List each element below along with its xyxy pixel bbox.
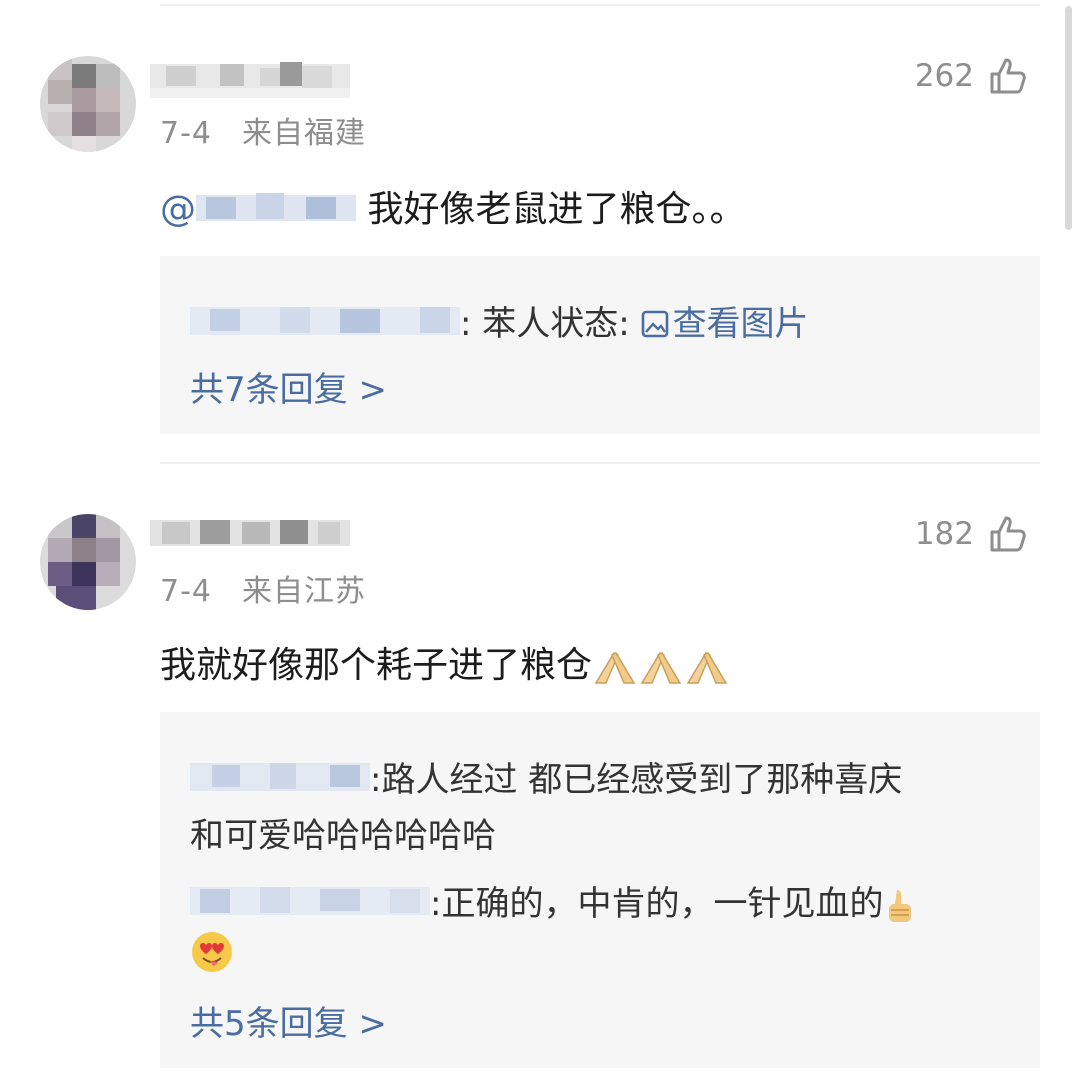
comment-location: 来自江苏	[242, 574, 366, 609]
comment-meta: 7-4 来自江苏	[160, 566, 366, 610]
reply-author-blurred	[190, 299, 460, 348]
mention-link[interactable]: @	[160, 189, 356, 230]
username-blurred[interactable]	[150, 58, 350, 102]
username-blurred[interactable]	[150, 514, 350, 558]
comment-date: 7-4	[160, 574, 212, 609]
comment-body: 我好像老鼠进了粮仓。。	[367, 189, 746, 230]
thumbs-up-outline-icon	[990, 58, 1026, 94]
view-image-link[interactable]: 查看图片	[641, 304, 809, 344]
like-button[interactable]: 182	[915, 514, 1028, 554]
reply-preview-box[interactable]: : 苯人状态: 查看图片 共7条回复 >	[160, 256, 1040, 434]
like-count: 182	[914, 516, 974, 552]
comment-date: 7-4	[160, 116, 212, 151]
reply-preview-box[interactable]: :路人经过 都已经感受到了那种喜庆 和可爱哈哈哈哈哈哈 :正确的，中肯的，一针见…	[160, 712, 1040, 1068]
heart-eyes-tongue-emoji-icon	[192, 932, 232, 972]
reply-emoji-line	[190, 930, 234, 983]
avatar[interactable]	[40, 514, 136, 610]
reply-item: :正确的，中肯的，一针见血的	[190, 876, 917, 930]
folded-hands-emoji-icon	[592, 645, 730, 686]
comment-meta: 7-4 来自福建	[160, 108, 366, 152]
comment-body: 我就好像那个耗子进了粮仓	[160, 645, 593, 686]
reply-author-blurred	[190, 879, 430, 928]
view-more-replies-link[interactable]: 共5条回复 >	[190, 996, 387, 1045]
view-more-replies-link[interactable]: 共7条回复 >	[190, 362, 387, 411]
thumbs-up-emoji-icon	[883, 884, 917, 924]
reply-item: :路人经过 都已经感受到了那种喜庆	[190, 752, 902, 806]
comment-text: 我就好像那个耗子进了粮仓	[160, 636, 730, 688]
like-button[interactable]: 262	[915, 56, 1028, 96]
reply-author-blurred	[190, 755, 370, 804]
top-divider	[160, 4, 1040, 6]
thumbs-up-outline-icon	[990, 516, 1026, 552]
image-icon	[641, 310, 668, 337]
scrollbar[interactable]	[1065, 6, 1072, 230]
reply-item-continued: 和可爱哈哈哈哈哈哈	[190, 816, 496, 856]
comment-location: 来自福建	[242, 116, 366, 151]
comment-text: @ 我好像老鼠进了粮仓。。	[160, 180, 745, 232]
like-count: 262	[914, 58, 974, 94]
mention-name-blurred	[196, 189, 356, 225]
comment-divider	[160, 462, 1040, 464]
reply-item: : 苯人状态: 查看图片	[190, 296, 809, 350]
avatar[interactable]	[40, 56, 136, 152]
